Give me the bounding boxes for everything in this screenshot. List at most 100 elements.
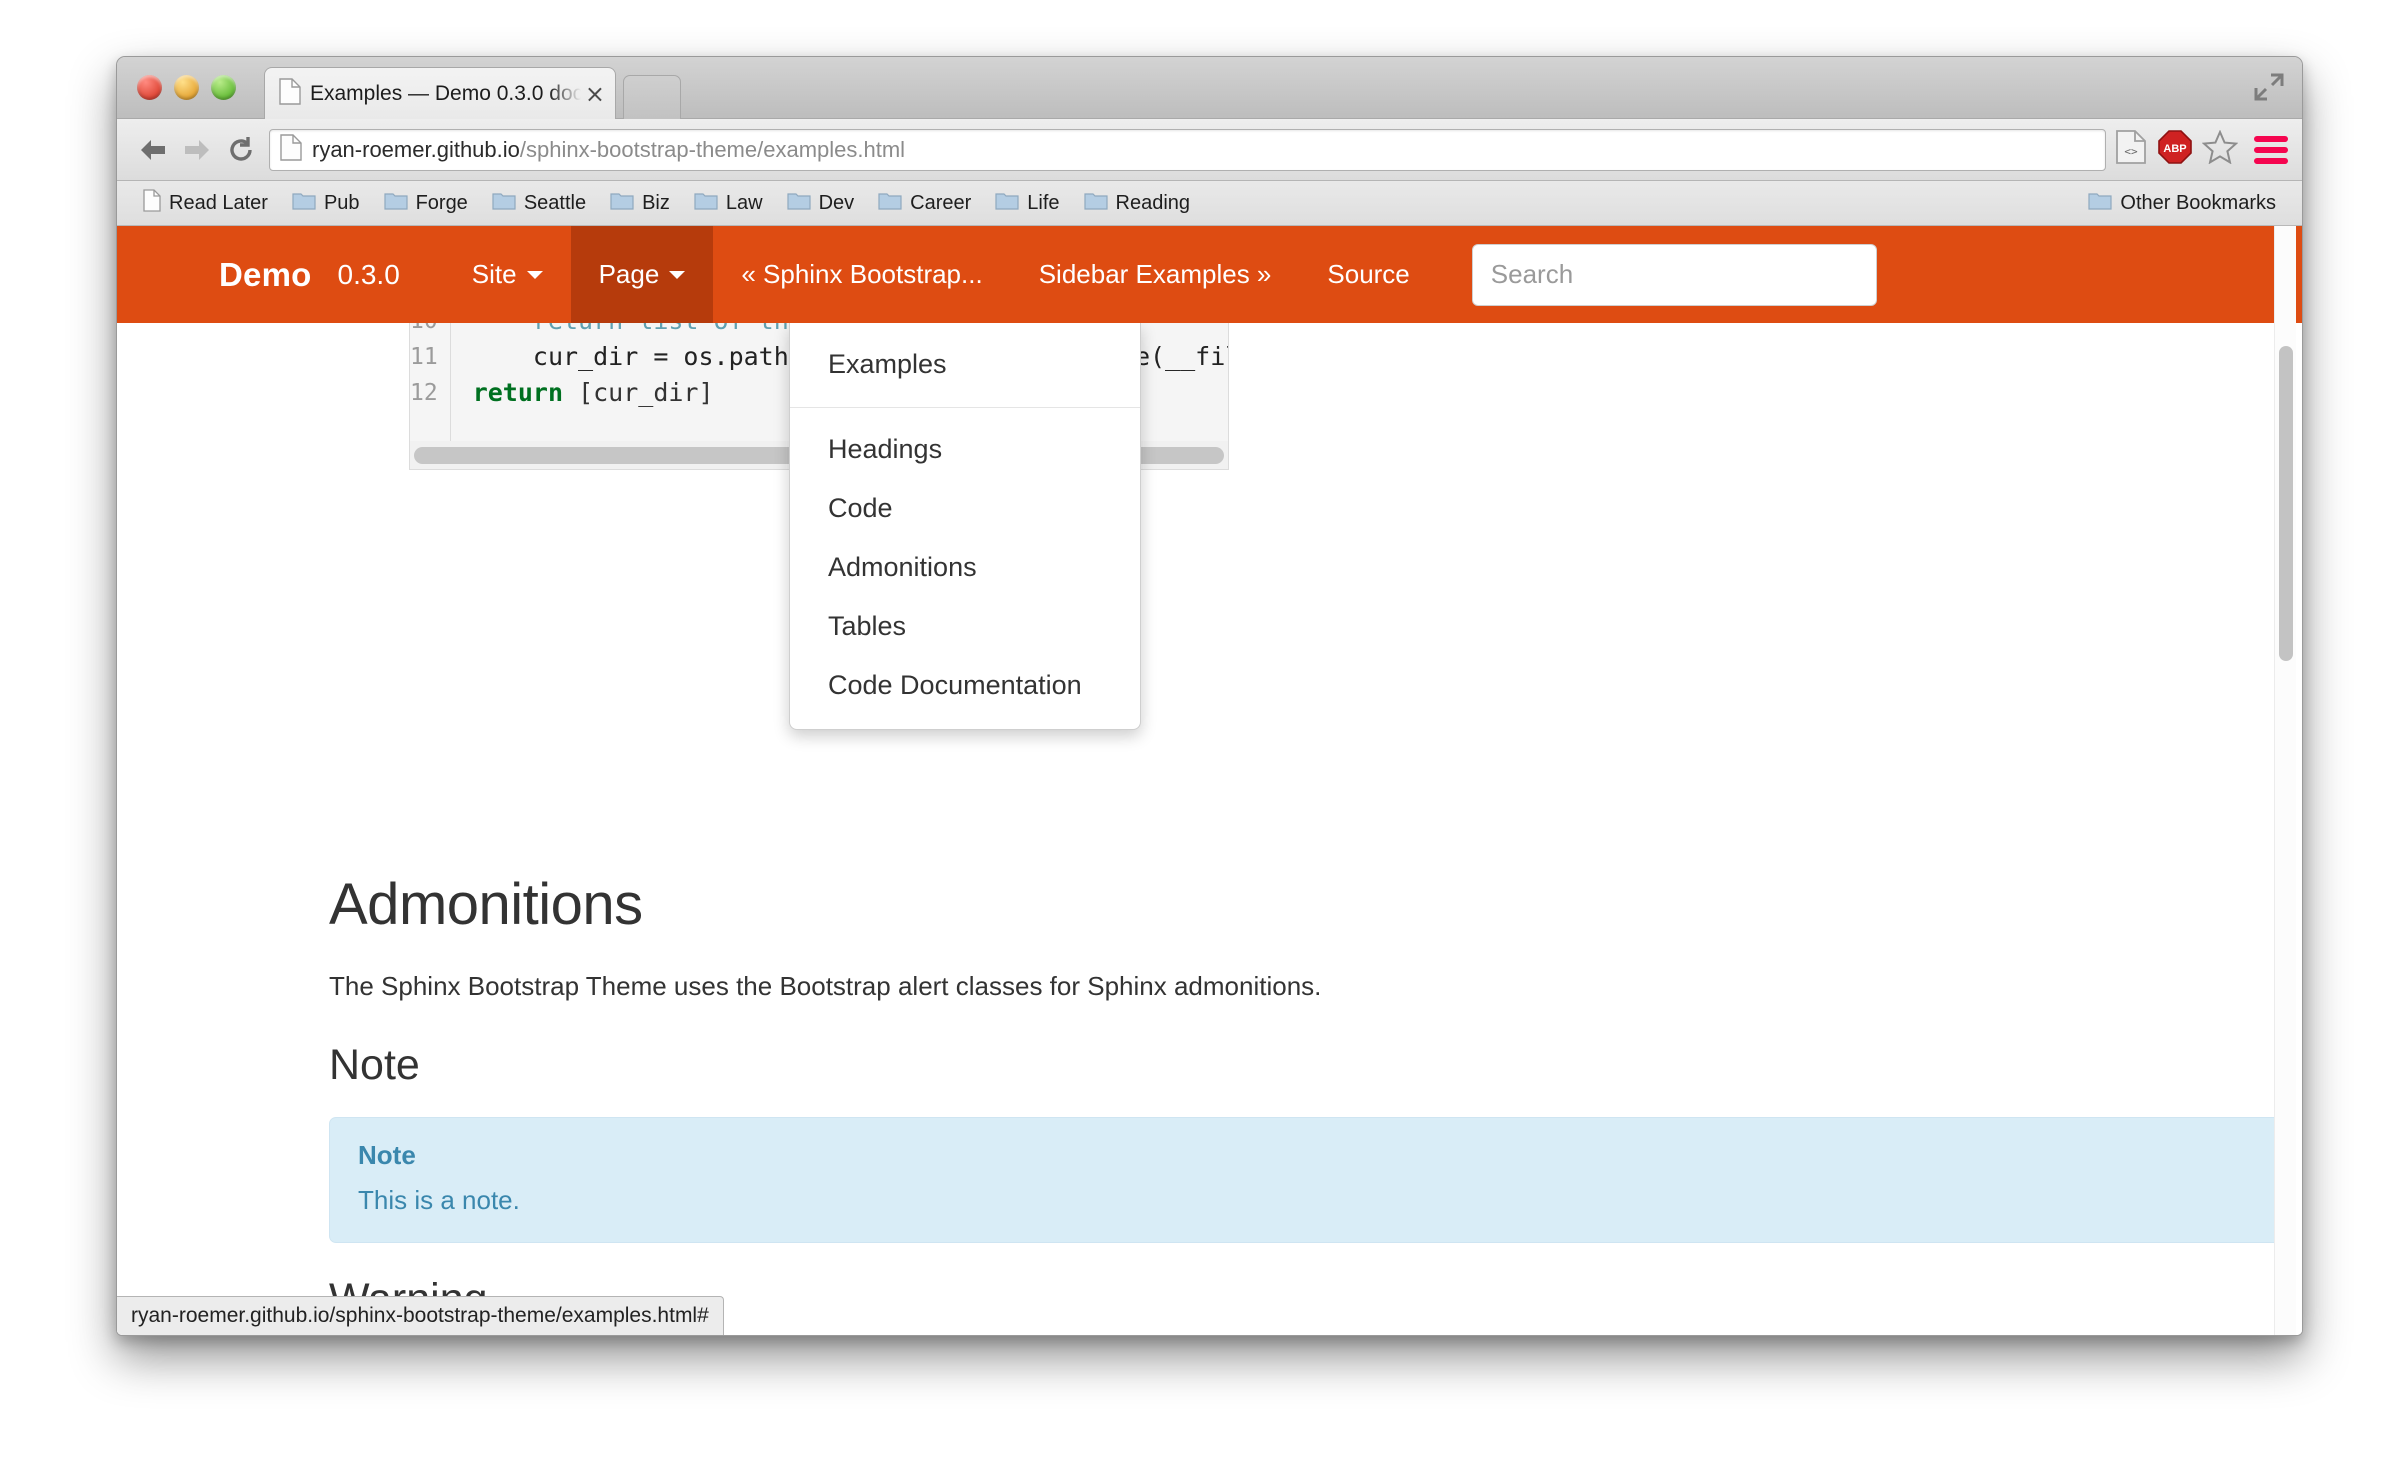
bookmark-label: Biz (642, 192, 670, 215)
dropdown-item-examples[interactable]: Examples (790, 335, 1140, 394)
folder-icon (995, 191, 1019, 216)
note-admonition: Note This is a note. (329, 1117, 2284, 1243)
folder-icon (2088, 191, 2112, 216)
bookmark-label: Law (726, 192, 763, 215)
adblock-plus-icon[interactable]: ABP (2158, 130, 2192, 169)
browser-tab-title: Examples — Demo 0.3.0 documentation (310, 82, 581, 106)
url-path: /sphinx-bootstrap-theme/examples.html (520, 137, 905, 162)
close-window-button[interactable] (137, 75, 162, 100)
folder-icon (694, 191, 718, 216)
browser-tab[interactable]: Examples — Demo 0.3.0 documentation × (264, 67, 616, 119)
bookmark-star-icon[interactable] (2202, 130, 2238, 169)
bookmark-read-later[interactable]: Read Later (131, 181, 280, 225)
folder-icon (610, 191, 634, 216)
bookmark-label: Read Later (169, 192, 268, 215)
view-source-icon[interactable]: <> (2114, 129, 2148, 170)
maximize-window-button[interactable] (211, 75, 236, 100)
page-icon (143, 189, 161, 217)
page-viewport: Demo 0.3.0 Site Page « Sphinx Bootstrap.… (117, 226, 2302, 1336)
code-line-number: 12 (410, 380, 438, 406)
site-version: 0.3.0 (338, 259, 400, 291)
bookmark-seattle[interactable]: Seattle (480, 181, 598, 225)
browser-tab-strip: Examples — Demo 0.3.0 documentation × (117, 57, 2302, 119)
nav-item-label: Page (599, 259, 660, 290)
bookmark-reading[interactable]: Reading (1072, 181, 1203, 225)
bookmark-label: Other Bookmarks (2120, 192, 2276, 215)
nav-item-label: Sidebar Examples » (1039, 259, 1272, 290)
bookmark-label: Career (910, 192, 971, 215)
dropdown-item-admonitions[interactable]: Admonitions (790, 538, 1140, 597)
bookmark-forge[interactable]: Forge (372, 181, 480, 225)
code-line-numbers: 10 11 12 (410, 323, 451, 447)
code-line-12-keyword: return (473, 378, 563, 407)
dropdown-item-code-documentation[interactable]: Code Documentation (790, 656, 1140, 715)
code-line-number: 10 (410, 323, 438, 334)
dropdown-item-tables[interactable]: Tables (790, 597, 1140, 656)
page-icon (280, 134, 302, 166)
admonitions-intro-paragraph: The Sphinx Bootstrap Theme uses the Boot… (329, 971, 1321, 1002)
folder-icon (384, 191, 408, 216)
nav-item-page[interactable]: Page (571, 226, 714, 323)
page-title-admonitions: Admonitions (329, 871, 643, 938)
code-line-10: return list of thi (473, 323, 804, 335)
note-admonition-body: This is a note. (358, 1185, 2255, 1216)
nav-item-label: « Sphinx Bootstrap... (741, 259, 982, 290)
nav-item-site[interactable]: Site (444, 226, 571, 323)
bookmark-career[interactable]: Career (866, 181, 983, 225)
page-icon (279, 78, 301, 110)
search-placeholder: Search (1491, 259, 1573, 290)
new-tab-button[interactable] (623, 75, 681, 119)
chevron-down-icon (527, 271, 543, 279)
site-brand[interactable]: Demo (219, 256, 312, 294)
page-dropdown-menu: Examples Headings Code Admonitions Table… (789, 323, 1141, 730)
nav-item-prev-sphinx-bootstrap[interactable]: « Sphinx Bootstrap... (713, 226, 1010, 323)
bookmark-label: Forge (416, 192, 468, 215)
dropdown-item-code[interactable]: Code (790, 479, 1140, 538)
url-host: ryan-roemer.github.io (312, 137, 520, 162)
heading-note: Note (329, 1041, 420, 1090)
nav-item-source[interactable]: Source (1299, 226, 1437, 323)
desktop-background: Examples — Demo 0.3.0 documentation × (0, 0, 2394, 1472)
scrollbar-thumb[interactable] (2279, 346, 2293, 661)
dropdown-divider (790, 407, 1140, 408)
nav-item-label: Source (1327, 259, 1409, 290)
nav-item-next-sidebar-examples[interactable]: Sidebar Examples » (1011, 226, 1300, 323)
reload-icon[interactable] (219, 128, 263, 172)
address-bar[interactable]: ryan-roemer.github.io/sphinx-bootstrap-t… (269, 129, 2106, 171)
search-input[interactable]: Search (1472, 244, 1877, 306)
bookmark-life[interactable]: Life (983, 181, 1071, 225)
browser-toolbar: ryan-roemer.github.io/sphinx-bootstrap-t… (117, 119, 2302, 181)
bookmark-label: Dev (819, 192, 855, 215)
fullscreen-icon[interactable] (2252, 71, 2286, 103)
svg-text:ABP: ABP (2163, 143, 2186, 155)
bookmark-dev[interactable]: Dev (775, 181, 867, 225)
bookmark-pub[interactable]: Pub (280, 181, 372, 225)
dropdown-item-headings[interactable]: Headings (790, 420, 1140, 479)
folder-icon (787, 191, 811, 216)
toolbar-extension-icons: <> ABP (2114, 129, 2238, 170)
page-content: 101112 return list of thi cur_dir = os.p… (117, 323, 2302, 1336)
page-scrollbar[interactable] (2274, 226, 2296, 1336)
bookmark-label: Reading (1116, 192, 1191, 215)
nav-item-label: Site (472, 259, 517, 290)
site-navbar: Demo 0.3.0 Site Page « Sphinx Bootstrap.… (117, 226, 2302, 323)
window-traffic-lights (137, 75, 236, 100)
hamburger-menu-icon[interactable] (2254, 136, 2288, 164)
close-tab-icon[interactable]: × (585, 82, 605, 106)
bookmark-label: Seattle (524, 192, 586, 215)
minimize-window-button[interactable] (174, 75, 199, 100)
bookmark-label: Life (1027, 192, 1059, 215)
code-line-number: 11 (410, 344, 438, 370)
chevron-down-icon (669, 271, 685, 279)
bookmark-biz[interactable]: Biz (598, 181, 682, 225)
folder-icon (492, 191, 516, 216)
bookmark-other-bookmarks[interactable]: Other Bookmarks (2076, 181, 2288, 225)
bookmark-law[interactable]: Law (682, 181, 775, 225)
status-bar-url: ryan-roemer.github.io/sphinx-bootstrap-t… (117, 1296, 724, 1336)
bookmarks-bar: Read Later Pub Forge (117, 181, 2302, 226)
svg-text:<>: <> (2124, 145, 2138, 158)
back-arrow-icon[interactable] (131, 128, 175, 172)
browser-window: Examples — Demo 0.3.0 documentation × (116, 56, 2303, 1336)
folder-icon (1084, 191, 1108, 216)
note-admonition-title: Note (358, 1140, 2255, 1171)
